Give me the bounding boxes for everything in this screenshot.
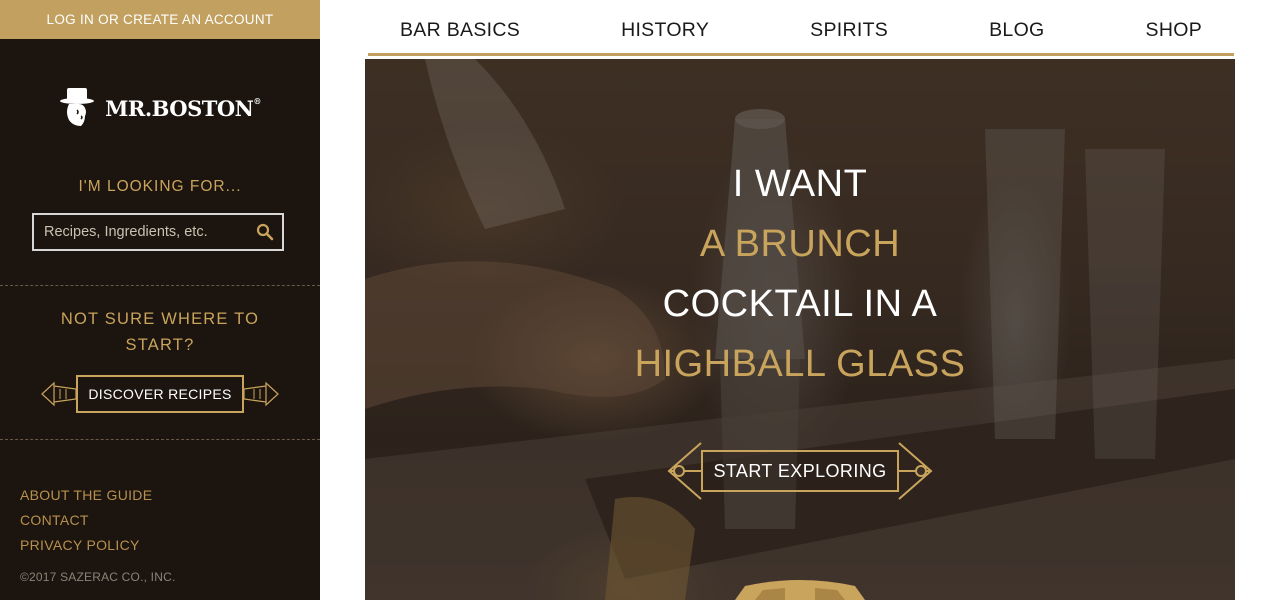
not-sure-line: NOT SURE WHERE TO bbox=[60, 310, 260, 328]
discover-recipes-button[interactable]: DISCOVER RECIPES bbox=[76, 375, 244, 413]
footer-link-about-the-guide[interactable]: ABOUT THE GUIDE bbox=[20, 483, 152, 508]
hero-banner: I WANT A BRUNCH COCKTAIL IN A HIGHBALL G… bbox=[365, 59, 1235, 600]
discover-recipes-group: DISCOVER RECIPES bbox=[40, 375, 280, 413]
login-create-account-link[interactable]: LOG IN OR CREATE AN ACCOUNT bbox=[0, 0, 320, 39]
hero-line-3: COCKTAIL IN A bbox=[662, 283, 938, 325]
left-deco-ornament-icon bbox=[41, 381, 77, 407]
hero-line-2: A BRUNCH bbox=[699, 223, 901, 265]
registered-mark: ® bbox=[253, 95, 261, 106]
search-box bbox=[32, 213, 284, 251]
nav-item-bar-basics[interactable]: BAR BASICS bbox=[400, 11, 520, 42]
copyright-text: ©2017 SAZERAC CO., INC. bbox=[20, 570, 176, 584]
start-exploring-button[interactable]: START EXPLORING bbox=[701, 450, 899, 492]
hero-line-4: HIGHBALL GLASS bbox=[634, 343, 966, 385]
brand-name: MR.BOSTON® bbox=[105, 95, 261, 121]
footer-link-privacy-policy[interactable]: PRIVACY POLICY bbox=[20, 533, 152, 558]
footer-links: ABOUT THE GUIDE CONTACT PRIVACY POLICY bbox=[20, 483, 152, 558]
not-sure-heading: NOT SURE WHERE TO START? bbox=[40, 306, 280, 358]
nav-item-shop[interactable]: SHOP bbox=[1146, 11, 1202, 42]
nav-item-history[interactable]: HISTORY bbox=[621, 11, 709, 42]
nav-item-spirits[interactable]: SPIRITS bbox=[810, 11, 888, 42]
not-sure-line: START? bbox=[125, 336, 195, 354]
brand-logo[interactable]: MR.BOSTON® bbox=[0, 86, 320, 130]
footer-link-contact[interactable]: CONTACT bbox=[20, 508, 152, 533]
top-navigation: BAR BASICS HISTORY SPIRITS BLOG SHOP bbox=[368, 0, 1234, 56]
sidebar-divider bbox=[0, 439, 320, 440]
start-exploring-group: START EXPLORING bbox=[665, 441, 935, 501]
mr-boston-hat-icon bbox=[60, 88, 95, 126]
scroll-down-badge-icon[interactable] bbox=[725, 580, 875, 600]
hero-headline: I WANT A BRUNCH COCKTAIL IN A HIGHBALL G… bbox=[365, 154, 1235, 394]
search-input[interactable] bbox=[34, 215, 248, 249]
sidebar-divider bbox=[0, 285, 320, 286]
nav-item-blog[interactable]: BLOG bbox=[989, 11, 1044, 42]
hero-line-1: I WANT bbox=[732, 163, 868, 205]
sidebar: LOG IN OR CREATE AN ACCOUNT MR.BOSTON® I… bbox=[0, 0, 320, 600]
search-heading: I'M LOOKING FOR... bbox=[78, 178, 242, 195]
right-deco-ornament-icon bbox=[243, 381, 279, 407]
right-arrow-ornament-icon bbox=[897, 442, 933, 500]
search-icon[interactable] bbox=[248, 223, 282, 241]
left-arrow-ornament-icon bbox=[667, 442, 703, 500]
